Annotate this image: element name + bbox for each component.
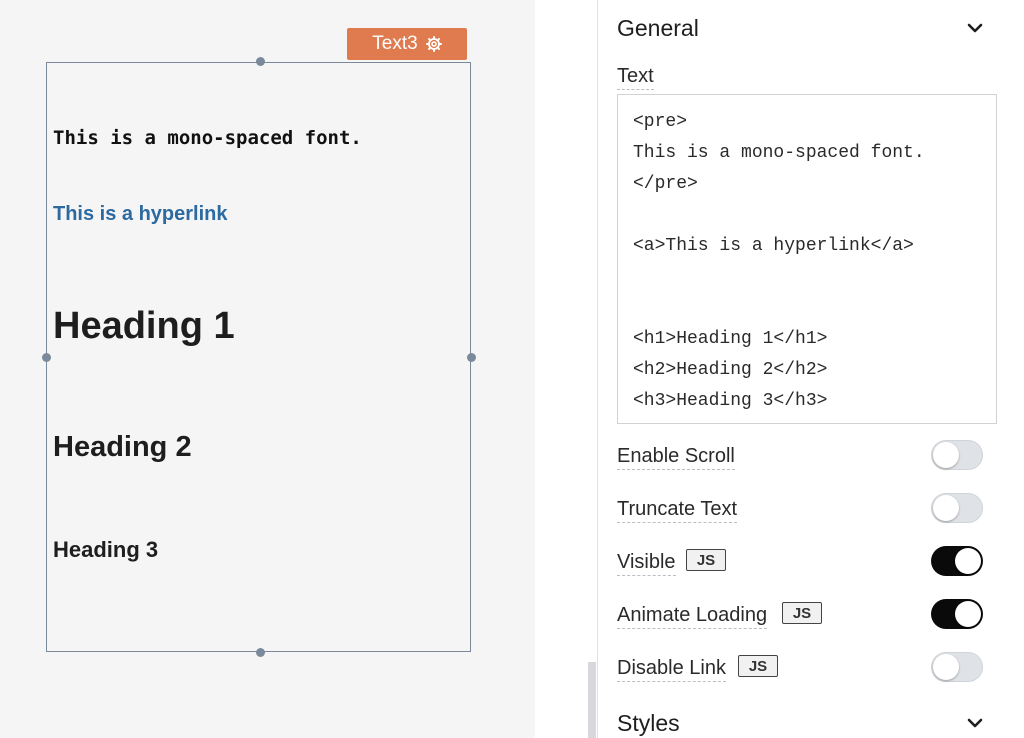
mono-text: This is a mono-spaced font. <box>53 127 362 149</box>
gear-icon[interactable] <box>425 36 442 52</box>
heading-2: Heading 2 <box>53 431 192 463</box>
text-code-editor[interactable]: <pre> This is a mono-spaced font. </pre>… <box>617 94 997 424</box>
section-general-title[interactable]: General <box>617 15 699 42</box>
animate-loading-toggle[interactable] <box>931 599 983 629</box>
visible-js-badge[interactable]: JS <box>686 549 726 571</box>
truncate-text-label: Truncate Text <box>617 497 738 523</box>
resize-handle-right[interactable] <box>467 353 476 362</box>
hyperlink[interactable]: This is a hyperlink <box>53 203 228 226</box>
truncate-text-toggle[interactable] <box>931 493 983 523</box>
heading-3: Heading 3 <box>53 537 159 562</box>
chevron-down-icon[interactable] <box>966 717 984 729</box>
text-code-value[interactable]: <pre> This is a mono-spaced font. </pre>… <box>618 95 996 429</box>
enable-scroll-toggle[interactable] <box>931 440 983 470</box>
text-property-label: Text <box>617 64 654 90</box>
animate-loading-js-badge[interactable]: JS <box>782 602 822 624</box>
text-widget[interactable]: This is a mono-spaced font. This is a hy… <box>46 62 471 652</box>
enable-scroll-label: Enable Scroll <box>617 444 735 470</box>
animate-loading-label: Animate Loading <box>617 603 768 629</box>
resize-handle-top[interactable] <box>256 57 265 66</box>
chevron-down-icon[interactable] <box>966 22 984 34</box>
widget-name-label: Text3 <box>372 33 418 54</box>
disable-link-label: Disable Link <box>617 656 726 682</box>
resize-handle-left[interactable] <box>42 353 51 362</box>
visible-toggle[interactable] <box>931 546 983 576</box>
disable-link-js-badge[interactable]: JS <box>738 655 778 677</box>
disable-link-toggle[interactable] <box>931 652 983 682</box>
resize-handle-bottom[interactable] <box>256 648 265 657</box>
visible-label: Visible <box>617 550 676 576</box>
scrollbar[interactable] <box>588 662 596 738</box>
canvas: Text3 This is a mono-spaced font. This i… <box>0 0 535 738</box>
heading-1: Heading 1 <box>53 305 235 347</box>
panel-divider <box>597 0 598 738</box>
widget-name-tag[interactable]: Text3 <box>347 28 467 60</box>
section-styles-title[interactable]: Styles <box>617 710 680 737</box>
